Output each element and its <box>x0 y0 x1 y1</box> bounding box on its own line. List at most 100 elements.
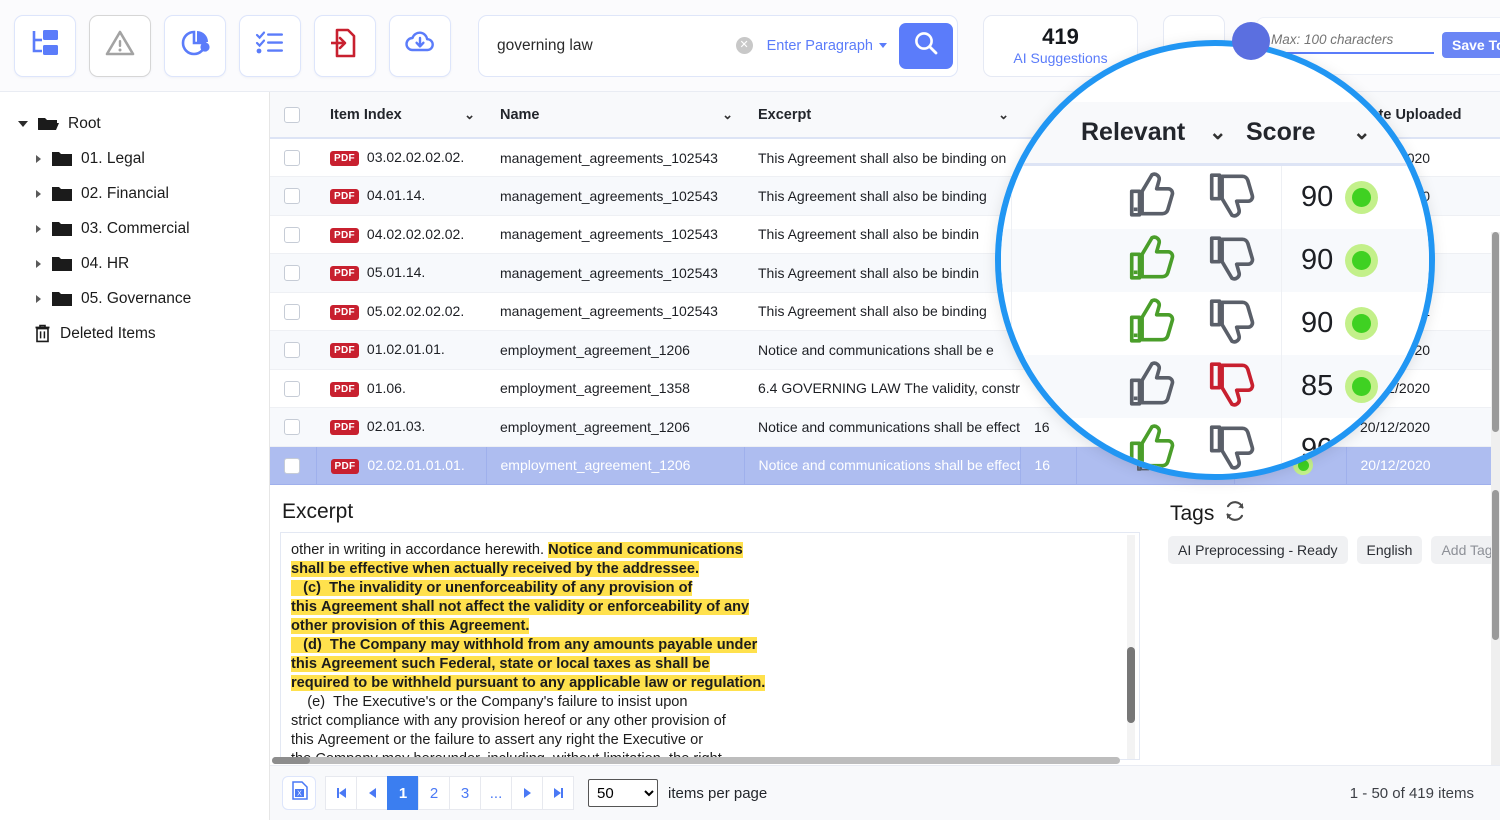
row-checkbox[interactable] <box>284 188 300 204</box>
score-value: 90 <box>1301 244 1333 277</box>
row-checkbox[interactable] <box>284 381 300 397</box>
page-ellipsis[interactable]: ... <box>480 776 512 810</box>
checklist-button[interactable] <box>239 15 301 77</box>
chevron-right-icon[interactable] <box>36 190 41 198</box>
row-checkbox[interactable] <box>284 458 300 474</box>
cloud-download-button[interactable] <box>389 15 451 77</box>
row-checkbox[interactable] <box>284 150 300 166</box>
column-header-name[interactable]: Name ⌄ <box>486 92 744 138</box>
row-checkbox[interactable] <box>284 304 300 320</box>
page-button-3[interactable]: 3 <box>449 776 481 810</box>
thumbs-up-icon[interactable] <box>1126 169 1178 226</box>
page-button-1[interactable]: 1 <box>387 776 419 810</box>
thumbs-up-icon[interactable] <box>1126 358 1178 415</box>
row-checkbox[interactable] <box>284 227 300 243</box>
first-page-button[interactable] <box>325 776 357 810</box>
last-page-button[interactable] <box>542 776 574 810</box>
row-checkbox[interactable] <box>284 419 300 435</box>
save-topic-button[interactable]: Save Topic <box>1442 32 1500 58</box>
thumbs-up-icon[interactable] <box>1126 421 1178 478</box>
row-checkbox-cell[interactable] <box>270 138 316 177</box>
chevron-down-icon[interactable]: ⌄ <box>1209 120 1227 145</box>
sidebar-item-03-commercial[interactable]: 03. Commercial <box>0 211 269 246</box>
excerpt-vertical-scrollbar[interactable] <box>1127 535 1135 759</box>
magnified-relevant-cell[interactable] <box>1126 295 1258 352</box>
search-mode-dropdown[interactable]: Enter Paragraph <box>767 38 887 54</box>
items-per-page-select[interactable]: 102550100 <box>588 779 658 807</box>
refresh-icon[interactable] <box>1224 500 1246 528</box>
export-excel-button[interactable]: X <box>282 776 316 810</box>
reports-button[interactable] <box>164 15 226 77</box>
sidebar-item-01-legal[interactable]: 01. Legal <box>0 141 269 176</box>
row-checkbox-cell[interactable] <box>270 254 316 293</box>
add-tag-input[interactable]: Add Tag (Max 10 <box>1431 536 1500 564</box>
topic-input[interactable] <box>1269 32 1434 54</box>
magnified-table-row[interactable]: e effective 169020/12/ <box>995 418 1435 480</box>
column-header-excerpt[interactable]: Excerpt ⌄ <box>744 92 1020 138</box>
chevron-down-icon[interactable] <box>18 121 28 127</box>
magnified-table-row[interactable]: 900/12/ <box>995 229 1435 292</box>
cell-item-index: PDF04.01.14. <box>316 177 486 216</box>
select-all-checkbox[interactable] <box>284 107 300 123</box>
tags-vertical-scrollbar[interactable] <box>1491 490 1500 765</box>
checklist-icon <box>255 30 285 61</box>
scrollbar-thumb[interactable] <box>1127 647 1135 723</box>
tag-chip[interactable]: AI Preprocessing - Ready <box>1168 536 1348 564</box>
magnified-relevant-cell[interactable] <box>1126 358 1258 415</box>
excerpt-line: this Agreement or the failure to assert … <box>291 731 1121 750</box>
column-header-item-index[interactable]: Item Index ⌄ <box>316 92 486 138</box>
sidebar-item-deleted-items[interactable]: Deleted Items <box>0 316 269 351</box>
thumbs-down-icon[interactable] <box>1206 295 1258 352</box>
sidebar-item-05-governance[interactable]: 05. Governance <box>0 281 269 316</box>
page-button-2[interactable]: 2 <box>418 776 450 810</box>
thumbs-down-icon[interactable] <box>1206 232 1258 289</box>
row-checkbox-cell[interactable] <box>270 177 316 216</box>
scrollbar-thumb[interactable] <box>272 757 310 764</box>
chevron-right-icon[interactable] <box>36 295 41 303</box>
chevron-right-icon[interactable] <box>36 225 41 233</box>
chevron-down-icon[interactable]: ⌄ <box>1353 120 1371 145</box>
thumbs-down-icon[interactable] <box>1206 169 1258 226</box>
row-checkbox-cell[interactable] <box>270 408 316 447</box>
cell-excerpt: This Agreement shall also be bindin <box>744 215 1020 254</box>
excerpt-line: this Agreement such Federal, state or lo… <box>291 655 1121 674</box>
clear-search-icon[interactable]: ✕ <box>736 37 753 54</box>
magnified-table-row[interactable]: g or9020/12/ <box>995 166 1435 229</box>
search-button[interactable] <box>899 23 953 69</box>
magnified-relevant-cell[interactable] <box>1126 232 1258 289</box>
thumbs-up-icon[interactable] <box>1126 232 1178 289</box>
import-document-button[interactable] <box>314 15 376 77</box>
scrollbar-thumb[interactable] <box>1492 490 1499 640</box>
excerpt-textbox[interactable]: other in writing in accordance herewith.… <box>280 532 1140 760</box>
chevron-down-icon[interactable]: ⌄ <box>464 107 475 123</box>
chevron-right-icon[interactable] <box>36 260 41 268</box>
sidebar-item-root[interactable]: Root <box>0 106 269 141</box>
row-checkbox-cell[interactable] <box>270 331 316 370</box>
prev-page-button[interactable] <box>356 776 388 810</box>
magnified-table-row[interactable]: 90/12/ <box>995 292 1435 355</box>
row-checkbox[interactable] <box>284 342 300 358</box>
folder-tree-button[interactable] <box>14 15 76 77</box>
sidebar-item-04-hr[interactable]: 04. HR <box>0 246 269 281</box>
row-checkbox-cell[interactable] <box>270 215 316 254</box>
chevron-right-icon[interactable] <box>36 155 41 163</box>
row-checkbox-cell[interactable] <box>270 369 316 408</box>
scrollbar-thumb[interactable] <box>1492 232 1499 432</box>
next-page-button[interactable] <box>511 776 543 810</box>
excerpt-line: strict compliance with any provision her… <box>291 712 1121 731</box>
row-checkbox[interactable] <box>284 265 300 281</box>
tag-chip[interactable]: English <box>1357 536 1423 564</box>
search-input[interactable] <box>497 37 736 55</box>
magnified-table-row[interactable]: e e8520/12/ <box>995 355 1435 418</box>
excerpt-horizontal-scrollbar[interactable] <box>272 757 1120 764</box>
thumbs-up-icon[interactable] <box>1126 295 1178 352</box>
row-checkbox-cell[interactable] <box>270 292 316 331</box>
sidebar-item-02-financial[interactable]: 02. Financial <box>0 176 269 211</box>
row-checkbox-cell[interactable] <box>270 446 316 485</box>
magnified-relevant-cell[interactable] <box>1126 169 1258 226</box>
warning-button[interactable] <box>89 15 151 77</box>
thumbs-down-icon[interactable] <box>1206 421 1258 478</box>
thumbs-down-icon[interactable] <box>1206 358 1258 415</box>
chevron-down-icon[interactable]: ⌄ <box>722 107 733 123</box>
magnified-relevant-cell[interactable] <box>1126 421 1258 478</box>
